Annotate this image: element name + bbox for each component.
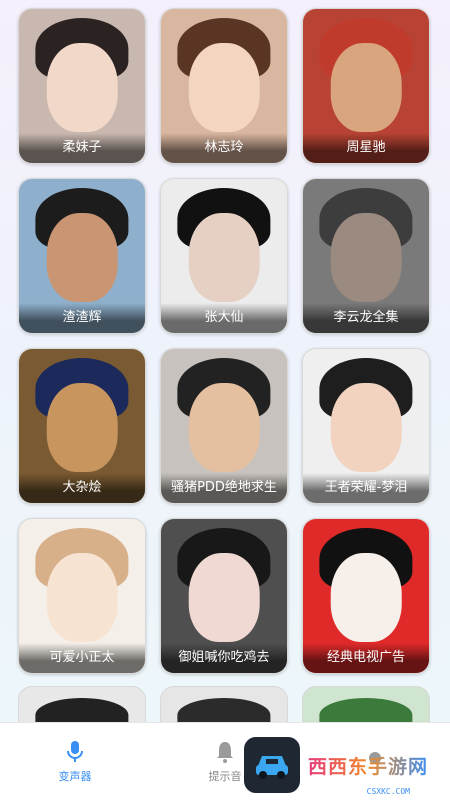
portrait-face [330, 42, 402, 133]
portrait-face [46, 212, 118, 303]
portrait-face [46, 552, 118, 643]
voice-pack-label: 林志玲 [161, 133, 287, 163]
tab-label-voice-changer: 变声器 [58, 769, 92, 783]
voice-pack-card[interactable]: 可爱小正太 [18, 518, 146, 674]
voice-pack-card[interactable]: 张大仙 [160, 178, 288, 334]
voice-pack-card-partial[interactable] [302, 686, 430, 726]
voice-pack-card-partial[interactable] [160, 686, 288, 726]
portrait-face [188, 552, 260, 643]
voice-pack-label: 可爱小正太 [19, 643, 145, 673]
watermark-sub: CSXKC.COM [366, 787, 410, 796]
voice-pack-card[interactable]: 骚猪PDD绝地求生 [160, 348, 288, 504]
portrait-face [330, 552, 402, 643]
voice-pack-card[interactable]: 经典电视广告 [302, 518, 430, 674]
bell-icon [217, 741, 233, 763]
voice-pack-label: 周星驰 [303, 133, 429, 163]
voice-pack-grid: 柔妹子 林志玲 周星驰渣渣辉 张大仙 李云龙全集大杂烩 骚猪PDD绝地求生 王者荣耀-梦泪可… [18, 8, 430, 674]
portrait-face [46, 382, 118, 473]
voice-pack-label: 御姐喊你吃鸡去 [161, 643, 287, 673]
tab-label-prompt-sound: 提示音 [208, 769, 242, 783]
voice-pack-card[interactable]: 王者荣耀-梦泪 [302, 348, 430, 504]
voice-pack-card[interactable]: 渣渣辉 [18, 178, 146, 334]
voice-pack-label: 柔妹子 [19, 133, 145, 163]
voice-pack-card-partial[interactable] [18, 686, 146, 726]
site-watermark: 西西东手游网 [244, 736, 444, 794]
portrait-face [46, 42, 118, 133]
watermark-text: 西西东手游网 [308, 752, 428, 779]
voice-pack-label: 经典电视广告 [303, 643, 429, 673]
portrait-face [330, 382, 402, 473]
voice-pack-label: 渣渣辉 [19, 303, 145, 333]
voice-pack-label: 王者荣耀-梦泪 [303, 473, 429, 503]
tab-voice-changer[interactable]: 变声器 [0, 723, 150, 800]
car-icon [244, 737, 300, 793]
portrait-face [188, 212, 260, 303]
voice-pack-card[interactable]: 御姐喊你吃鸡去 [160, 518, 288, 674]
voice-pack-label: 骚猪PDD绝地求生 [161, 473, 287, 503]
portrait-face [188, 382, 260, 473]
voice-pack-card[interactable]: 林志玲 [160, 8, 288, 164]
mic-icon [67, 740, 83, 762]
voice-pack-card[interactable]: 大杂烩 [18, 348, 146, 504]
portrait-face [330, 212, 402, 303]
partial-row [18, 686, 430, 726]
voice-pack-card[interactable]: 柔妹子 [18, 8, 146, 164]
voice-pack-card[interactable]: 李云龙全集 [302, 178, 430, 334]
voice-pack-card[interactable]: 周星驰 [302, 8, 430, 164]
voice-pack-label: 张大仙 [161, 303, 287, 333]
voice-pack-label: 李云龙全集 [303, 303, 429, 333]
portrait-face [188, 42, 260, 133]
voice-pack-label: 大杂烩 [19, 473, 145, 503]
